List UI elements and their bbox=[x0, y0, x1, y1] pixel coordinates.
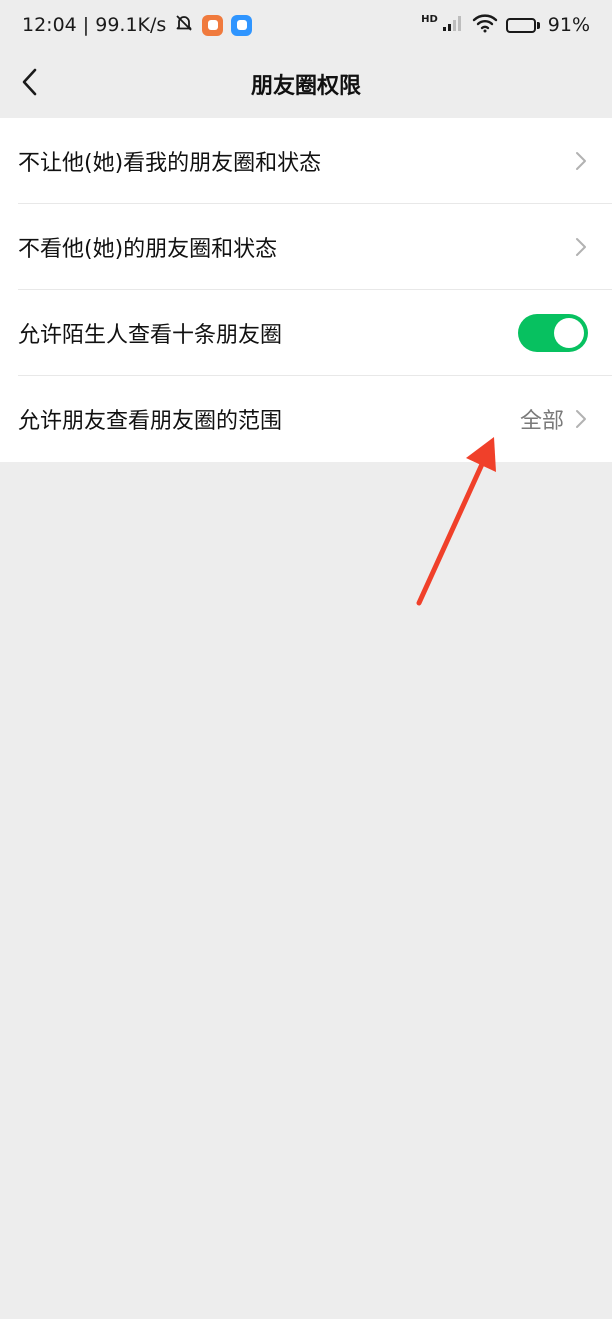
bell-muted-icon bbox=[174, 13, 194, 38]
settings-list: 不让他(她)看我的朋友圈和状态 不看他(她)的朋友圈和状态 允许陌生人查看十条朋… bbox=[0, 118, 612, 462]
stranger-view-toggle[interactable] bbox=[518, 314, 588, 352]
hd-label: HD bbox=[421, 13, 438, 25]
back-button[interactable] bbox=[8, 60, 52, 104]
setting-label: 不让他(她)看我的朋友圈和状态 bbox=[18, 151, 322, 176]
chevron-right-icon bbox=[576, 238, 586, 256]
row-right bbox=[518, 314, 588, 352]
signal-icon bbox=[442, 14, 464, 37]
setting-hide-their-moments[interactable]: 不看他(她)的朋友圈和状态 bbox=[0, 204, 612, 290]
time-speed-text: 12:04 | 99.1K/s bbox=[22, 14, 167, 36]
shopping-app-icon bbox=[202, 14, 224, 36]
visible-range-value: 全部 bbox=[519, 409, 564, 434]
wifi-icon bbox=[472, 13, 498, 38]
page-title: 朋友圈权限 bbox=[250, 74, 361, 99]
setting-label: 允许陌生人查看十条朋友圈 bbox=[18, 323, 283, 348]
setting-stranger-view-ten: 允许陌生人查看十条朋友圈 bbox=[0, 290, 612, 376]
setting-visible-range[interactable]: 允许朋友查看朋友圈的范围 全部 bbox=[0, 376, 612, 462]
message-app-icon bbox=[231, 14, 253, 36]
status-bar: 12:04 | 99.1K/s HD 91% bbox=[0, 0, 612, 50]
chevron-right-icon bbox=[576, 410, 586, 428]
row-right: 全部 bbox=[520, 403, 588, 435]
battery-percent: 91% bbox=[547, 14, 590, 36]
status-left: 12:04 | 99.1K/s bbox=[22, 13, 253, 38]
row-right bbox=[574, 150, 588, 172]
setting-label: 不看他(她)的朋友圈和状态 bbox=[18, 237, 278, 262]
setting-label: 允许朋友查看朋友圈的范围 bbox=[18, 409, 283, 434]
battery-icon bbox=[505, 17, 540, 33]
chevron-right-icon bbox=[576, 152, 586, 170]
status-right: HD 91% bbox=[421, 13, 590, 38]
row-right bbox=[574, 236, 588, 258]
nav-bar: 朋友圈权限 bbox=[0, 50, 612, 118]
toggle-knob bbox=[554, 318, 584, 348]
chevron-left-icon bbox=[22, 68, 37, 96]
setting-hide-my-moments[interactable]: 不让他(她)看我的朋友圈和状态 bbox=[0, 118, 612, 204]
